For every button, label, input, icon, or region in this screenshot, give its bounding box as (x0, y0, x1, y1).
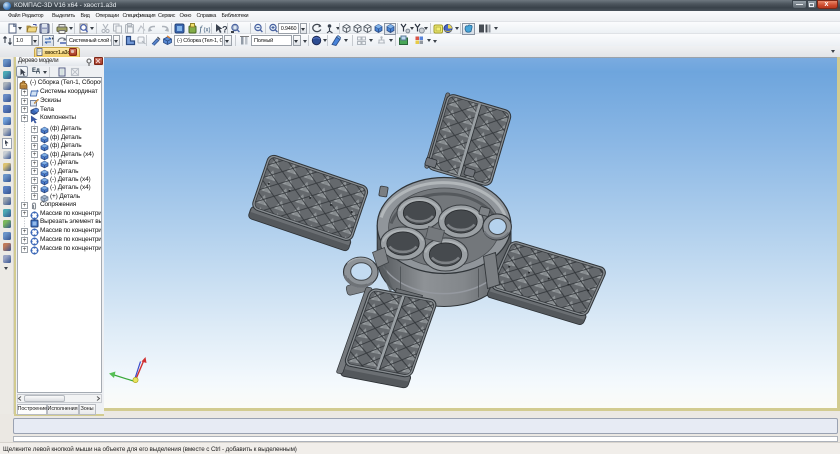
svg-text:(x): (x) (203, 28, 210, 34)
